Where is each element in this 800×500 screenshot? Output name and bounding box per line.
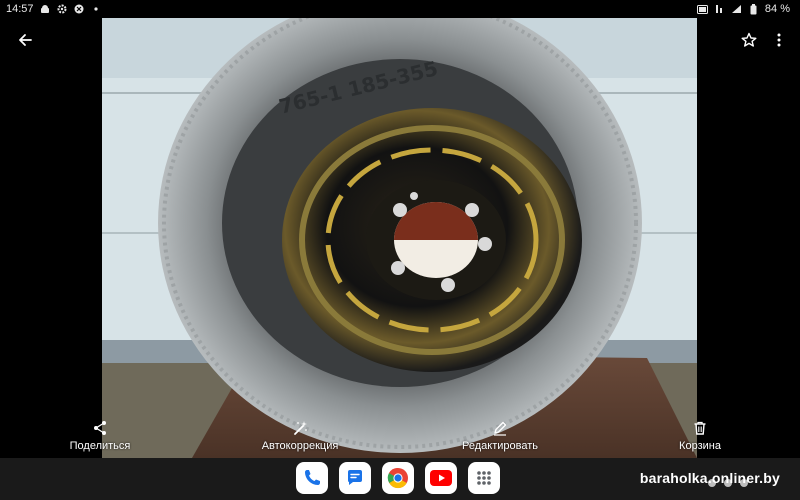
favorite-button[interactable] [736,27,762,53]
watermark: baraholka.onliner.by [639,470,780,486]
trash-button[interactable]: Корзина [630,418,770,452]
status-time: 14:57 [6,3,34,15]
trash-label: Корзина [679,440,721,452]
youtube-app[interactable] [425,462,457,494]
messages-icon [348,470,362,485]
auto-enhance-button[interactable]: Автокоррекция [230,418,370,452]
edit-button[interactable]: Редактировать [430,418,570,452]
network-4g-icon [714,4,725,15]
magic-wand-icon [290,418,310,438]
photo-actions-bar: Поделиться Автокоррекция Редактировать К… [0,418,800,458]
battery-icon [748,3,759,15]
all-apps-button[interactable] [468,462,500,494]
pencil-icon [490,418,510,438]
phone-icon [305,470,320,485]
notification-dot-icon [91,4,102,15]
trash-icon [690,418,710,438]
phone-app[interactable] [296,462,328,494]
chrome-icon [387,467,408,489]
share-label: Поделиться [69,440,131,452]
tire-photo: 765-1 185-355 [102,18,697,458]
taskbar: baraholka.onliner.by [0,458,800,500]
signal-icon [731,4,742,15]
messages-app[interactable] [339,462,371,494]
arrow-left-icon [19,34,32,46]
status-right: 84 % [696,3,790,15]
volte-icon [696,4,708,15]
more-options-button[interactable] [766,27,792,53]
youtube-icon [430,470,452,486]
share-button[interactable]: Поделиться [30,418,170,452]
shield-icon [74,4,85,15]
status-left: 14:57 [6,3,102,15]
photo-viewer-image[interactable]: 765-1 185-355 [102,18,697,458]
share-icon [90,418,110,438]
gear-icon [57,4,68,15]
back-button[interactable] [12,27,38,53]
star-outline-icon [741,32,757,47]
apps-grid-icon [477,471,491,485]
auto-enhance-label: Автокоррекция [261,440,339,452]
status-bar: 14:57 84 % [0,0,800,18]
android-icon [40,4,51,15]
chrome-app[interactable] [382,462,414,494]
app-dock [296,462,500,494]
more-vertical-icon [777,33,781,47]
edit-label: Редактировать [462,440,538,452]
battery-percent: 84 % [764,3,790,15]
